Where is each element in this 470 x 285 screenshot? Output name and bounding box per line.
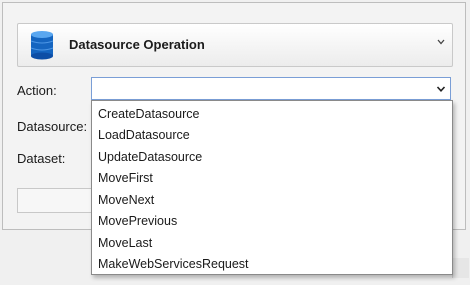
action-select[interactable] (91, 77, 451, 100)
dropdown-option[interactable]: MoveNext (98, 193, 154, 207)
dropdown-option[interactable]: MovePrevious (98, 214, 177, 228)
chevron-down-icon[interactable] (436, 37, 446, 47)
section-header[interactable]: Datasource Operation (17, 23, 453, 67)
dropdown-option[interactable]: MoveFirst (98, 171, 153, 185)
header-title: Datasource Operation (69, 37, 205, 52)
dropdown-option[interactable]: MoveLast (98, 236, 152, 250)
datasource-label: Datasource: (17, 119, 88, 134)
obscured-field[interactable] (17, 188, 93, 213)
dataset-label: Dataset: (17, 151, 66, 166)
dropdown-option[interactable]: LoadDatasource (98, 128, 190, 142)
database-icon (30, 31, 54, 60)
corner-button[interactable] (452, 258, 469, 278)
dropdown-option[interactable]: MakeWebServicesRequest (98, 257, 249, 271)
chevron-down-icon[interactable] (436, 84, 446, 94)
action-label: Action: (17, 83, 57, 98)
dropdown-option[interactable]: CreateDatasource (98, 107, 199, 121)
action-dropdown-list: CreateDatasource LoadDatasource UpdateDa… (91, 100, 453, 275)
dropdown-option[interactable]: UpdateDatasource (98, 150, 202, 164)
